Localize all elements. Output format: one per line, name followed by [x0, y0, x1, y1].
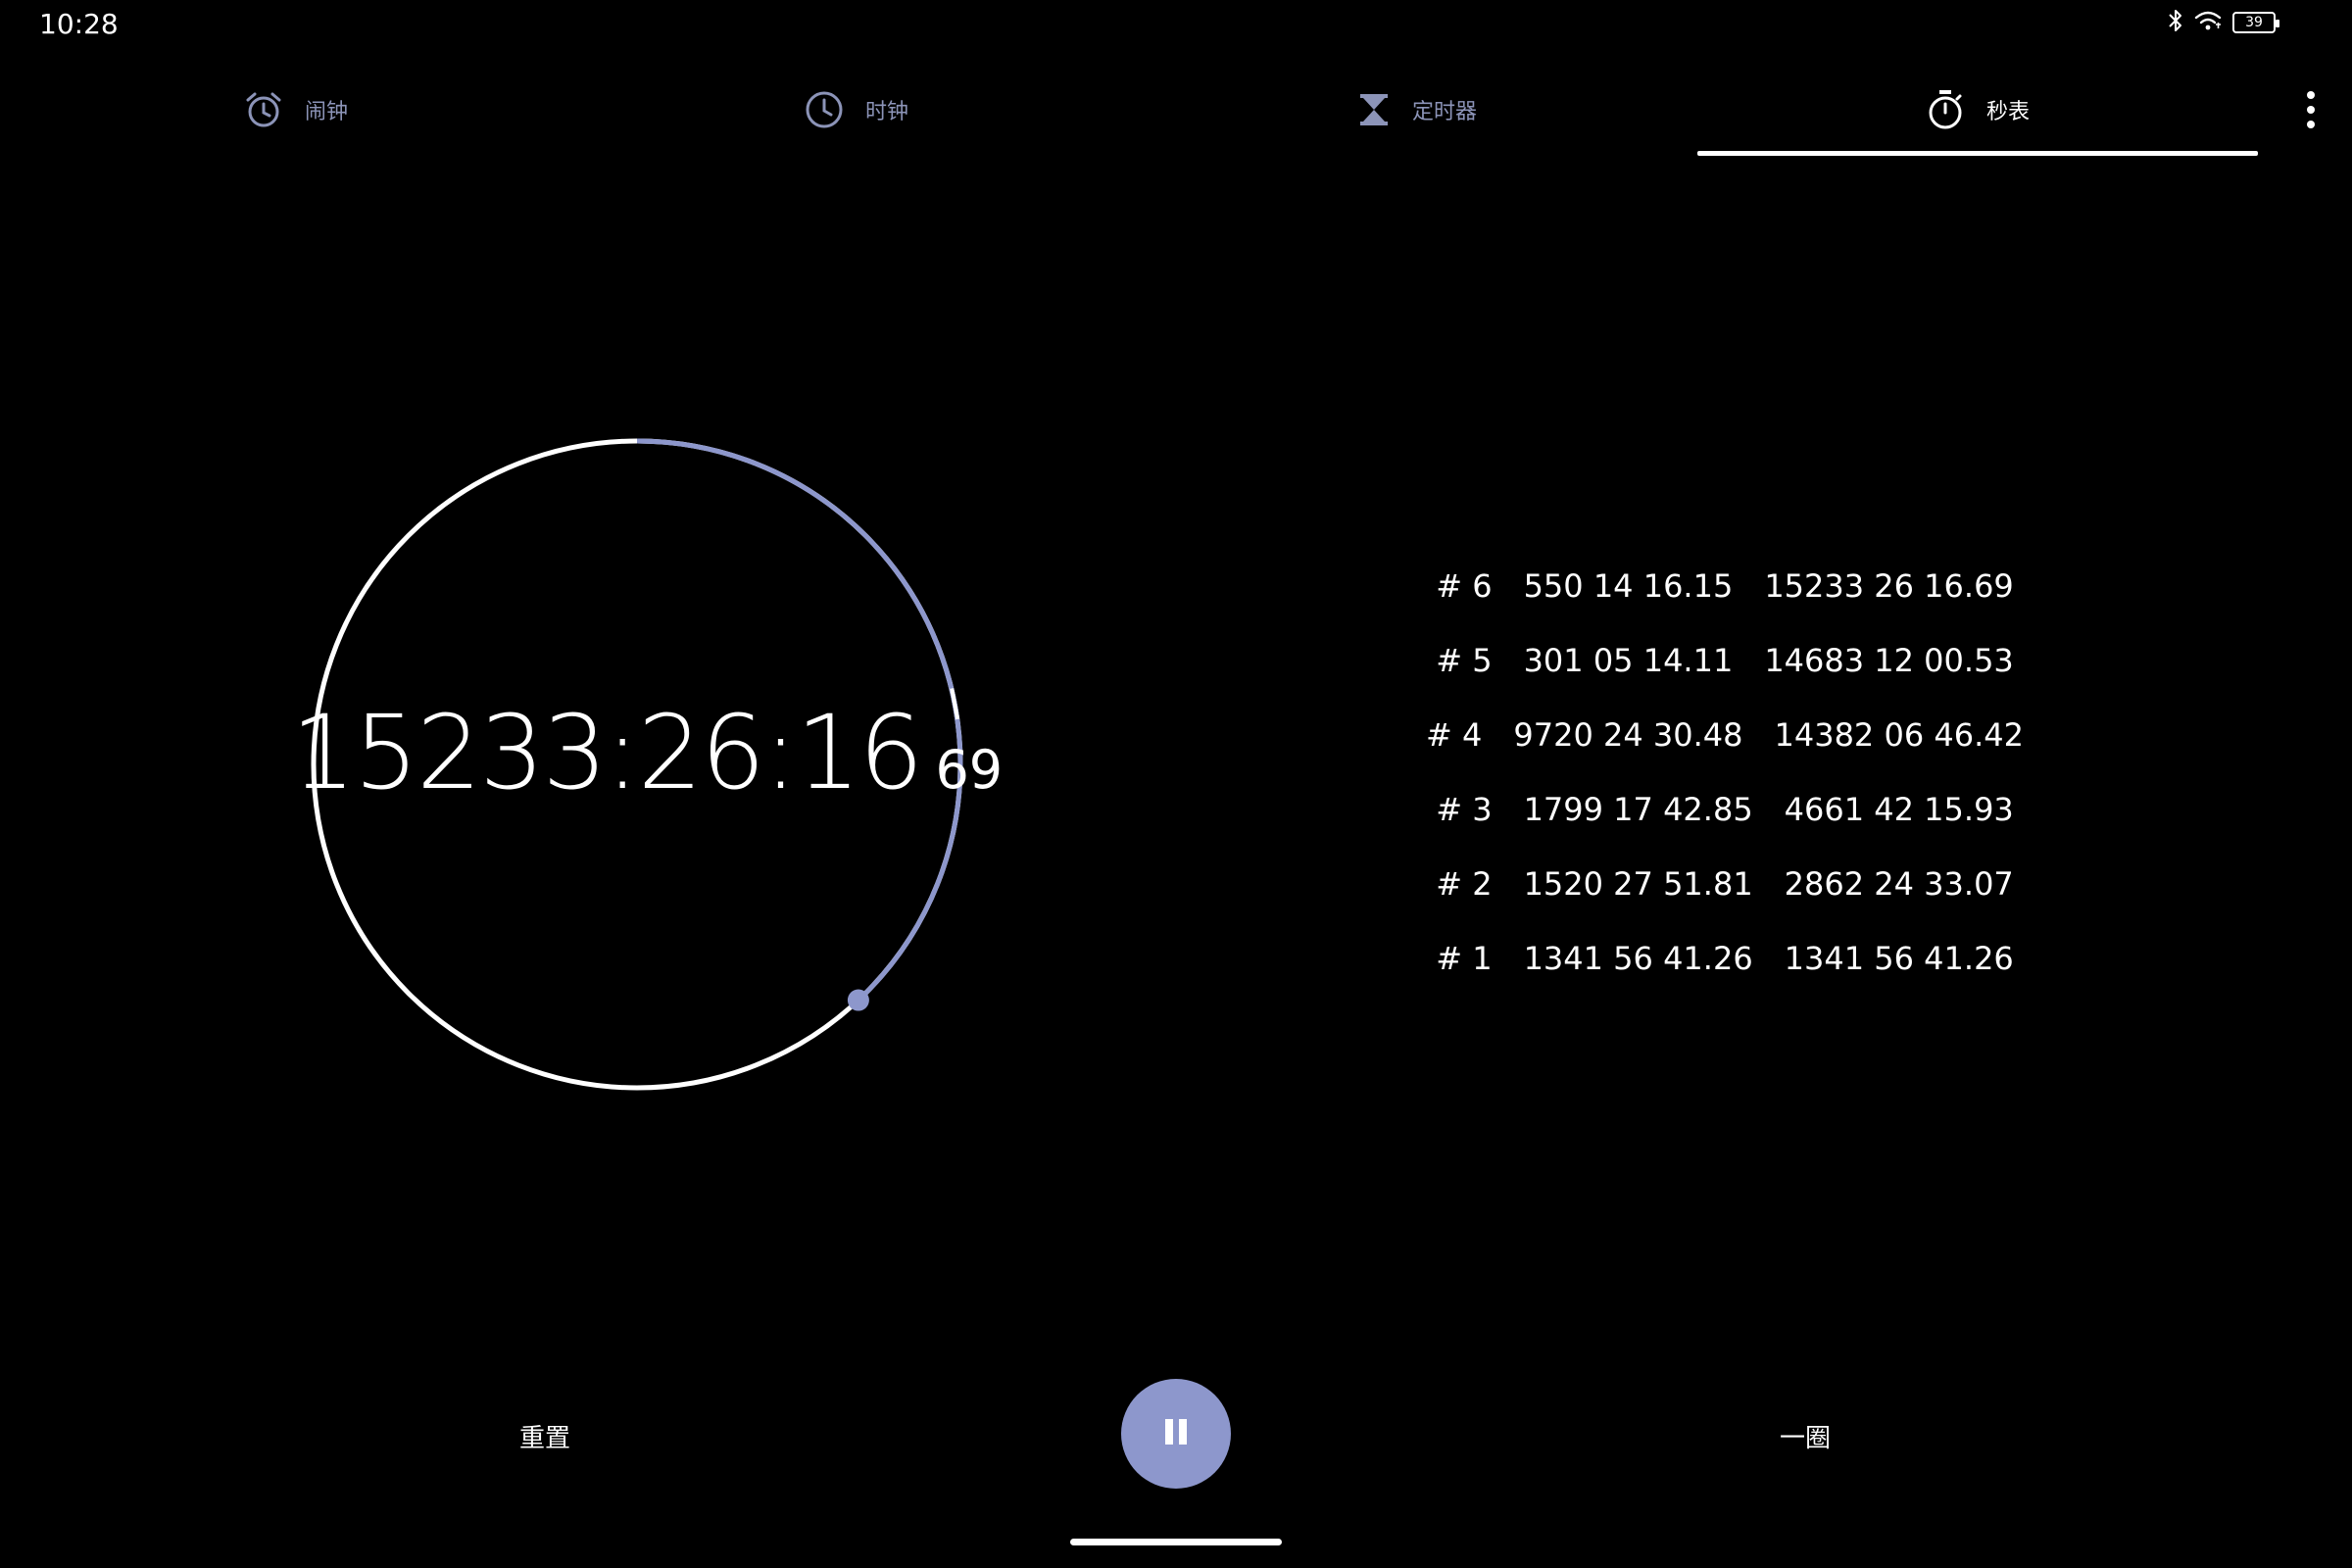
lap-time: 1341 56 41.26	[1523, 940, 1753, 977]
home-indicator[interactable]	[1070, 1539, 1282, 1545]
lap-button[interactable]: 一圈	[1750, 1411, 1860, 1460]
lap-row: # 2 1520 27 51.81 2862 24 33.07	[1411, 847, 2038, 921]
lap-number: # 3	[1436, 791, 1493, 828]
lap-total-time: 14382 06 46.42	[1774, 716, 2024, 754]
lap-number: # 2	[1436, 865, 1493, 903]
reset-button[interactable]: 重置	[490, 1411, 600, 1460]
lap-total-time: 14683 12 00.53	[1764, 642, 2014, 679]
lap-time: 1520 27 51.81	[1523, 865, 1753, 903]
lap-row: # 3 1799 17 42.85 4661 42 15.93	[1411, 772, 2038, 847]
tab-alarm[interactable]: 闹钟	[16, 63, 576, 157]
clock-icon	[805, 90, 844, 129]
alarm-icon	[244, 90, 283, 129]
lap-number: # 4	[1426, 716, 1483, 754]
more-options-icon	[2307, 91, 2315, 99]
lap-number: # 1	[1436, 940, 1493, 977]
tab-label: 定时器	[1411, 100, 1477, 124]
lap-list: # 6 550 14 16.15 15233 26 16.69 # 5 301 …	[1411, 549, 2038, 996]
pause-icon	[1160, 1416, 1192, 1451]
stopwatch-dial: 15233:26:16 69	[291, 421, 1003, 1107]
lap-time: 550 14 16.15	[1523, 567, 1734, 605]
tab-bar: 闹钟 时钟 定时器 秒表	[0, 63, 2352, 157]
lap-row: # 6 550 14 16.15 15233 26 16.69	[1411, 549, 2038, 623]
lap-total-time: 4661 42 15.93	[1784, 791, 2014, 828]
lap-total-time: 15233 26 16.69	[1764, 567, 2014, 605]
tab-timer[interactable]: 定时器	[1137, 63, 1697, 157]
tab-label: 秒表	[1985, 100, 2030, 124]
active-tab-indicator	[1697, 151, 2258, 156]
dial-progress-dot	[847, 989, 869, 1011]
tab-label: 闹钟	[304, 100, 348, 124]
lap-time: 1799 17 42.85	[1523, 791, 1753, 828]
status-bar: 10:28 39	[0, 0, 2352, 47]
more-options-icon	[2307, 106, 2315, 114]
lap-total-time: 1341 56 41.26	[1784, 940, 2014, 977]
elapsed-time: 15233:26:16	[290, 693, 924, 812]
bluetooth-icon	[2168, 8, 2183, 37]
more-options-icon	[2307, 121, 2315, 128]
lap-total-time: 2862 24 33.07	[1784, 865, 2014, 903]
time-readout: 15233:26:16 69	[291, 702, 1003, 804]
lap-time: 9720 24 30.48	[1513, 716, 1743, 754]
hourglass-icon	[1357, 92, 1391, 127]
elapsed-hundredths: 69	[935, 739, 1004, 801]
battery-level: 39	[2245, 15, 2263, 30]
battery-icon: 39	[2232, 12, 2279, 33]
tab-clock[interactable]: 时钟	[576, 63, 1137, 157]
tab-label: 时钟	[864, 100, 908, 124]
lap-row: # 1 1341 56 41.26 1341 56 41.26	[1411, 921, 2038, 996]
more-options-button[interactable]	[2299, 86, 2323, 133]
status-icons: 39	[2168, 8, 2279, 37]
wifi-icon	[2193, 9, 2223, 36]
tab-stopwatch[interactable]: 秒表	[1697, 63, 2258, 157]
pause-button[interactable]	[1121, 1379, 1231, 1489]
lap-number: # 5	[1436, 642, 1493, 679]
lap-row: # 5 301 05 14.11 14683 12 00.53	[1411, 623, 2038, 698]
status-time: 10:28	[39, 8, 119, 40]
stopwatch-icon	[1926, 89, 1965, 130]
lap-time: 301 05 14.11	[1523, 642, 1734, 679]
lap-row: # 4 9720 24 30.48 14382 06 46.42	[1411, 698, 2038, 772]
lap-number: # 6	[1436, 567, 1493, 605]
